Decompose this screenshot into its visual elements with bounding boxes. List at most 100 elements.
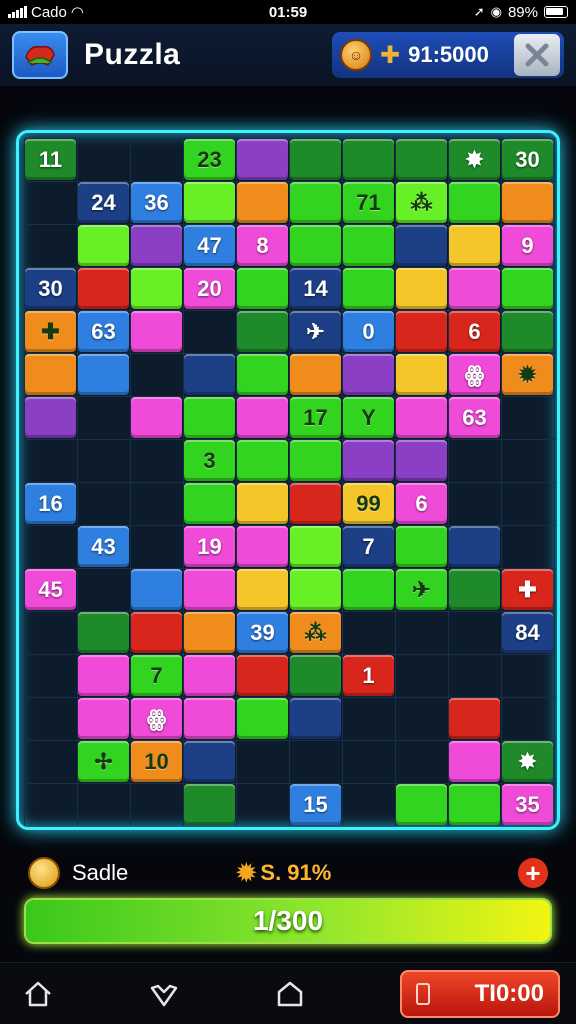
- puzzle-tile[interactable]: [237, 526, 288, 567]
- puzzle-tile[interactable]: ✸: [449, 139, 500, 180]
- puzzle-tile[interactable]: [343, 440, 394, 481]
- puzzle-tile[interactable]: [131, 311, 182, 352]
- puzzle-tile[interactable]: 17: [290, 397, 341, 438]
- home-icon[interactable]: [16, 972, 60, 1016]
- puzzle-tile[interactable]: [237, 182, 288, 223]
- puzzle-tile[interactable]: 7: [343, 526, 394, 567]
- puzzle-tile[interactable]: [396, 311, 447, 352]
- puzzle-tile[interactable]: 7: [131, 655, 182, 696]
- puzzle-tile[interactable]: 15: [290, 784, 341, 825]
- puzzle-tile[interactable]: 16: [25, 483, 76, 524]
- puzzle-tile[interactable]: [396, 784, 447, 825]
- puzzle-tile[interactable]: [131, 268, 182, 309]
- puzzle-tile[interactable]: [237, 569, 288, 610]
- puzzle-tile[interactable]: [237, 139, 288, 180]
- puzzle-tile[interactable]: [449, 741, 500, 782]
- puzzle-tile[interactable]: 84: [502, 612, 553, 653]
- puzzle-tile[interactable]: 45: [25, 569, 76, 610]
- puzzle-tile[interactable]: ✈: [290, 311, 341, 352]
- puzzle-tile[interactable]: 0: [343, 311, 394, 352]
- puzzle-tile[interactable]: 14: [290, 268, 341, 309]
- puzzle-tile[interactable]: [449, 526, 500, 567]
- puzzle-tile[interactable]: [237, 268, 288, 309]
- puzzle-tile[interactable]: ✹: [502, 354, 553, 395]
- timer-button[interactable]: TI0:00: [400, 969, 560, 1018]
- puzzle-tile[interactable]: [237, 397, 288, 438]
- puzzle-tile[interactable]: ꙮ: [449, 354, 500, 395]
- puzzle-tile[interactable]: [449, 182, 500, 223]
- puzzle-tile[interactable]: ✸: [502, 741, 553, 782]
- puzzle-tile[interactable]: [449, 698, 500, 739]
- puzzle-tile[interactable]: [290, 225, 341, 266]
- puzzle-tile[interactable]: 36: [131, 182, 182, 223]
- puzzle-tile[interactable]: [396, 225, 447, 266]
- puzzle-tile[interactable]: [78, 354, 129, 395]
- puzzle-tile[interactable]: [396, 526, 447, 567]
- puzzle-tile[interactable]: ⁂: [396, 182, 447, 223]
- puzzle-tile[interactable]: 24: [78, 182, 129, 223]
- puzzle-tile[interactable]: ✢: [78, 741, 129, 782]
- puzzle-tile[interactable]: 23: [184, 139, 235, 180]
- puzzle-tile[interactable]: [184, 397, 235, 438]
- puzzle-tile[interactable]: ✈: [396, 569, 447, 610]
- puzzle-tile[interactable]: [343, 268, 394, 309]
- puzzle-tile[interactable]: [78, 225, 129, 266]
- puzzle-tile[interactable]: [449, 569, 500, 610]
- add-button[interactable]: +: [518, 858, 548, 888]
- house-icon[interactable]: [268, 972, 312, 1016]
- puzzle-tile[interactable]: [184, 354, 235, 395]
- puzzle-tile[interactable]: [78, 612, 129, 653]
- puzzle-tile[interactable]: Y: [343, 397, 394, 438]
- puzzle-tile[interactable]: [184, 182, 235, 223]
- puzzle-tile[interactable]: [502, 182, 553, 223]
- puzzle-tile[interactable]: 63: [78, 311, 129, 352]
- puzzle-tile[interactable]: ꙮ: [131, 698, 182, 739]
- puzzle-tile[interactable]: [131, 397, 182, 438]
- puzzle-tile[interactable]: [396, 354, 447, 395]
- puzzle-tile[interactable]: 8: [237, 225, 288, 266]
- puzzle-tile[interactable]: [131, 225, 182, 266]
- puzzle-tile[interactable]: 71: [343, 182, 394, 223]
- puzzle-tile[interactable]: [290, 182, 341, 223]
- puzzle-tile[interactable]: 39: [237, 612, 288, 653]
- puzzle-tile[interactable]: 9: [502, 225, 553, 266]
- puzzle-tile[interactable]: 20: [184, 268, 235, 309]
- puzzle-tile[interactable]: [131, 612, 182, 653]
- puzzle-tile[interactable]: [184, 698, 235, 739]
- puzzle-tile[interactable]: 1: [343, 655, 394, 696]
- puzzle-tile[interactable]: [237, 698, 288, 739]
- puzzle-tile[interactable]: [290, 526, 341, 567]
- puzzle-tile[interactable]: ✚: [25, 311, 76, 352]
- puzzle-tile[interactable]: [343, 569, 394, 610]
- puzzle-tile[interactable]: [184, 483, 235, 524]
- puzzle-board[interactable]: 11 23 ✸ 30 24 36 71 ⁂ 47 8 9 30 20 14 ✚ 63 ✈ 0 6 ꙮ ✹ 17 Y 63 3 16…: [16, 130, 560, 830]
- puzzle-tile[interactable]: [502, 268, 553, 309]
- puzzle-tile[interactable]: [184, 655, 235, 696]
- puzzle-piece-icon[interactable]: [12, 31, 68, 79]
- puzzle-tile[interactable]: ⁂: [290, 612, 341, 653]
- puzzle-tile[interactable]: [184, 612, 235, 653]
- puzzle-tile[interactable]: [396, 139, 447, 180]
- puzzle-tile[interactable]: [237, 440, 288, 481]
- puzzle-tile[interactable]: [184, 741, 235, 782]
- puzzle-tile[interactable]: 99: [343, 483, 394, 524]
- puzzle-tile[interactable]: [449, 268, 500, 309]
- puzzle-tile[interactable]: [78, 268, 129, 309]
- puzzle-tile[interactable]: [290, 354, 341, 395]
- puzzle-tile[interactable]: [396, 440, 447, 481]
- puzzle-tile[interactable]: [237, 354, 288, 395]
- puzzle-tile[interactable]: [237, 311, 288, 352]
- puzzle-tile[interactable]: [184, 569, 235, 610]
- puzzle-tile[interactable]: 63: [449, 397, 500, 438]
- puzzle-tile[interactable]: [396, 268, 447, 309]
- puzzle-tile[interactable]: [78, 655, 129, 696]
- puzzle-tile[interactable]: [343, 225, 394, 266]
- puzzle-tile[interactable]: 11: [25, 139, 76, 180]
- puzzle-tile[interactable]: [290, 483, 341, 524]
- puzzle-tile[interactable]: 19: [184, 526, 235, 567]
- puzzle-tile[interactable]: 6: [449, 311, 500, 352]
- puzzle-tile[interactable]: [131, 569, 182, 610]
- puzzle-tile[interactable]: [25, 397, 76, 438]
- puzzle-tile[interactable]: 35: [502, 784, 553, 825]
- puzzle-tile[interactable]: [290, 139, 341, 180]
